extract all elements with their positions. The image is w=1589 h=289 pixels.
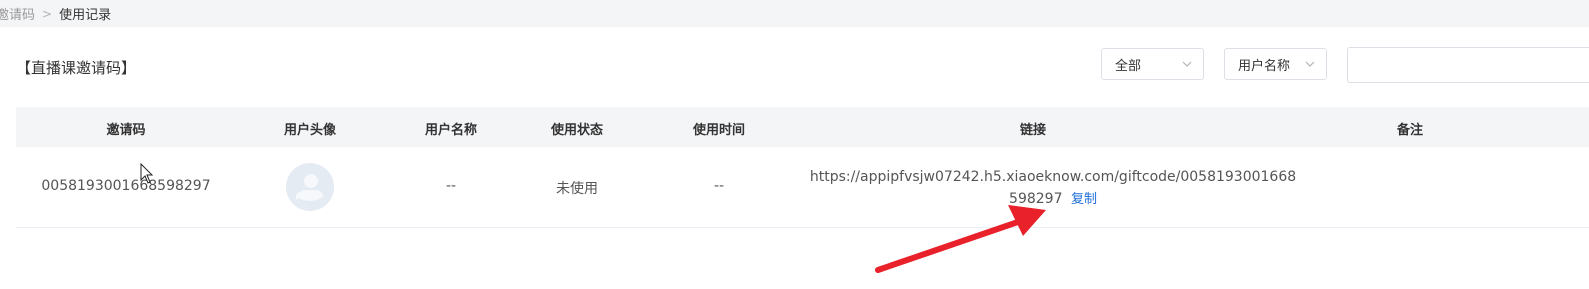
chevron-down-icon [1182, 61, 1192, 67]
breadcrumb: 邀请码 > 使用记录 [0, 0, 1589, 27]
page-title: 【直播课邀请码】 [16, 59, 137, 77]
table-header: 邀请码 用户头像 用户名称 使用状态 使用时间 链接 备注 [16, 107, 1589, 147]
link-url-line1: https://appipfvsjw07242.h5.xiaoeknow.com… [809, 169, 1297, 185]
status-cell: 未使用 [556, 181, 598, 197]
search-input[interactable] [1347, 47, 1589, 83]
red-arrow-annotation [875, 205, 1046, 273]
breadcrumb-parent-link[interactable]: 邀请码 [0, 4, 35, 23]
username-cell: -- [445, 178, 457, 194]
column-header-avatar: 用户头像 [283, 123, 337, 138]
copy-link-button[interactable]: 复制 [1071, 192, 1097, 207]
column-header-remark: 备注 [1396, 123, 1424, 138]
avatar [286, 163, 334, 211]
invite-code-cell: 0058193001668598297 [41, 178, 211, 194]
search-field-value: 用户名称 [1238, 58, 1291, 74]
column-header-code: 邀请码 [106, 123, 146, 138]
table-row: 0058193001668598297 -- 未使用 -- https://ap… [16, 147, 1589, 228]
column-header-time: 使用时间 [692, 123, 746, 138]
column-header-status: 使用状态 [550, 123, 604, 138]
breadcrumb-separator: > [42, 6, 53, 21]
status-filter-value: 全部 [1115, 58, 1142, 74]
chevron-down-icon [1305, 61, 1315, 67]
column-header-link: 链接 [1019, 123, 1047, 138]
search-field-select[interactable]: 用户名称 [1224, 48, 1327, 80]
mouse-cursor-icon [140, 163, 154, 184]
breadcrumb-current: 使用记录 [59, 8, 112, 23]
time-cell: -- [713, 178, 725, 194]
column-header-username: 用户名称 [424, 123, 478, 138]
status-filter-select[interactable]: 全部 [1101, 48, 1204, 80]
avatar-placeholder-icon [286, 163, 334, 211]
invite-code-usage-page: 邀请码 > 使用记录 【直播课邀请码】 全部 用户名称 邀请码 用户头像 用户名… [0, 0, 1589, 289]
